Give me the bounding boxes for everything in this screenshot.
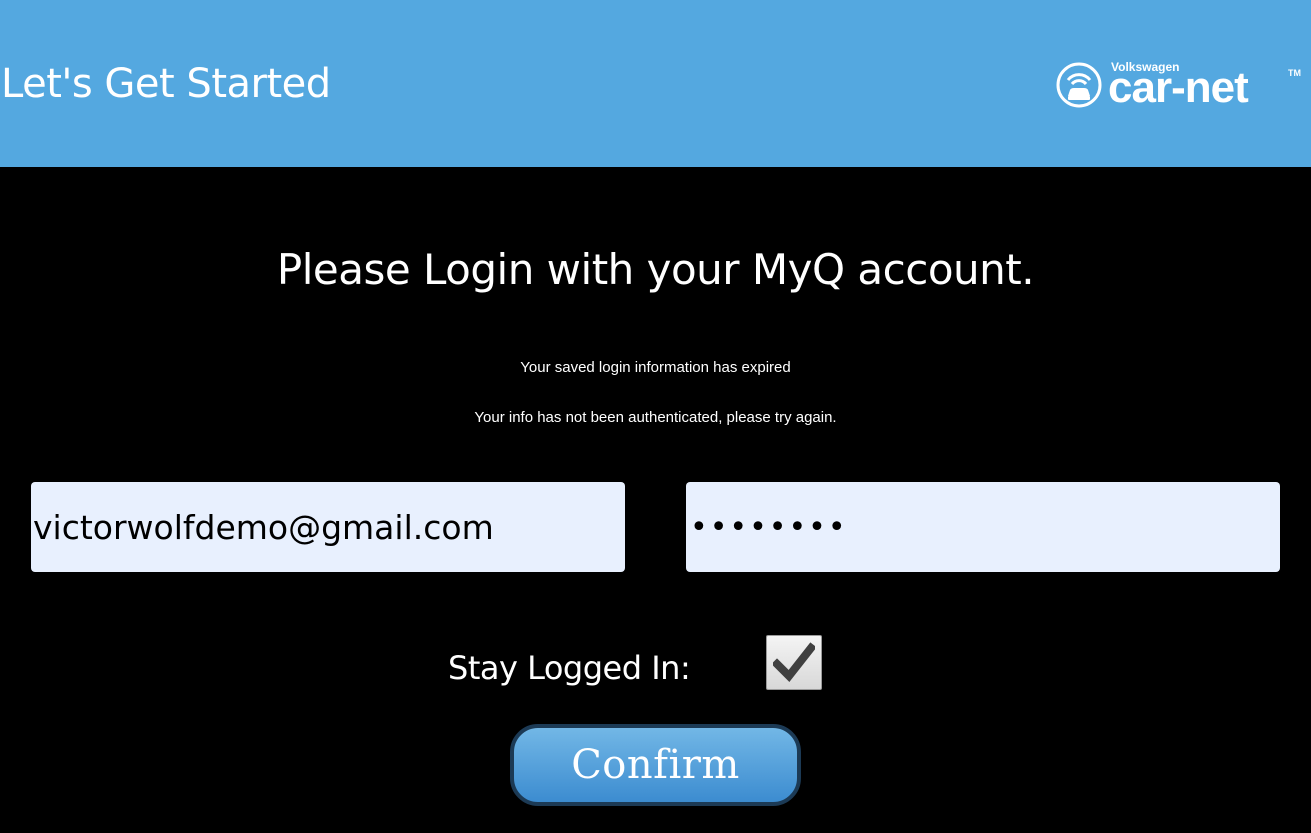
logo-trademark: TM xyxy=(1288,68,1301,78)
car-net-logo: Volkswagen car-net TM xyxy=(1056,60,1306,110)
stay-logged-in-checkbox[interactable] xyxy=(766,635,822,690)
login-heading: Please Login with your MyQ account. xyxy=(276,245,1035,294)
confirm-button[interactable]: Confirm xyxy=(510,724,801,806)
checkmark-icon xyxy=(773,642,815,683)
header-bar: Let's Get Started Volkswagen car-net TM xyxy=(0,0,1311,167)
password-field[interactable] xyxy=(686,482,1280,572)
car-wifi-icon xyxy=(1056,62,1102,108)
email-field[interactable] xyxy=(31,482,625,572)
auth-error-message: Your info has not been authenticated, pl… xyxy=(474,409,837,426)
expired-message: Your saved login information has expired xyxy=(520,359,791,376)
page-title: Let's Get Started xyxy=(1,61,331,107)
stay-logged-in-label: Stay Logged In: xyxy=(448,649,691,687)
logo-name-text: car-net xyxy=(1108,63,1249,112)
